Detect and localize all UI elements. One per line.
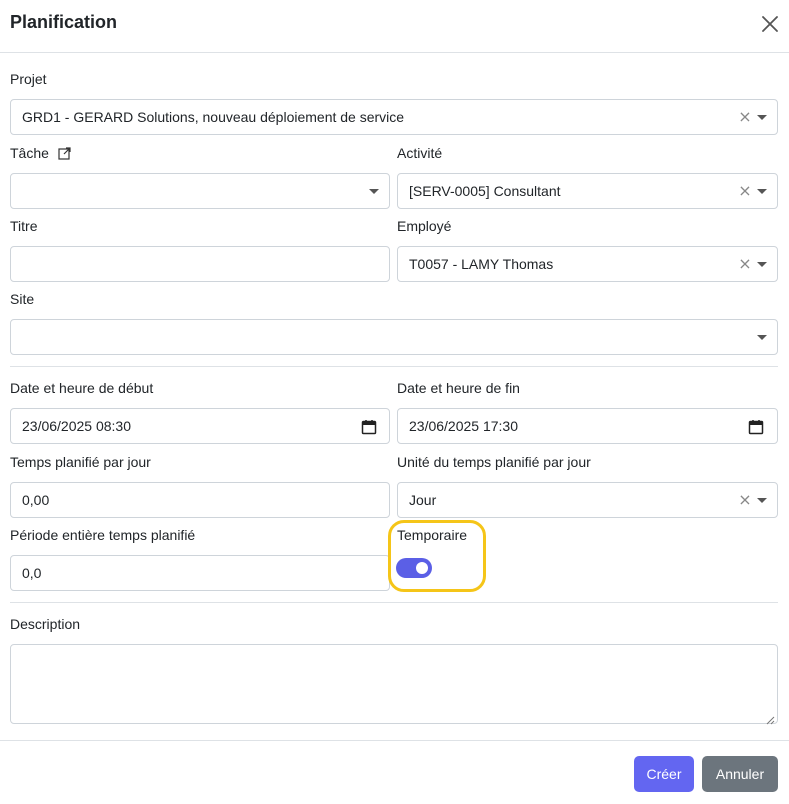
employe-select[interactable]: T0057 - LAMY Thomas × [397, 246, 778, 282]
activite-select[interactable]: [SERV-0005] Consultant × [397, 173, 778, 209]
titre-label: Titre [10, 218, 38, 234]
projet-value: GRD1 - GERARD Solutions, nouveau déploie… [22, 109, 405, 125]
chevron-down-icon[interactable] [757, 262, 767, 267]
toggle-knob [416, 562, 428, 574]
date-fin-input[interactable]: 23/06/2025 17:30 [397, 408, 778, 444]
temps-jour-input[interactable]: 0,00 [10, 482, 390, 518]
temporaire-toggle[interactable] [396, 558, 432, 578]
activite-label: Activité [397, 145, 443, 161]
description-textarea[interactable] [10, 644, 778, 725]
resize-grip-icon[interactable] [766, 712, 775, 725]
chevron-down-icon[interactable] [757, 498, 767, 503]
projet-select[interactable]: GRD1 - GERARD Solutions, nouveau déploie… [10, 99, 778, 135]
temps-jour-label: Temps planifié par jour [10, 454, 151, 470]
chevron-down-icon[interactable] [369, 189, 379, 194]
date-debut-input[interactable]: 23/06/2025 08:30 [10, 408, 390, 444]
date-fin-value: 23/06/2025 17:30 [409, 418, 518, 434]
clear-icon[interactable]: × [737, 108, 753, 126]
employe-value: T0057 - LAMY Thomas [409, 256, 554, 272]
footer-divider [0, 740, 789, 741]
titre-input[interactable] [10, 246, 390, 282]
periode-value: 0,0 [22, 565, 42, 581]
clear-icon[interactable]: × [737, 491, 753, 509]
create-button[interactable]: Créer [634, 756, 694, 792]
date-fin-label: Date et heure de fin [397, 380, 520, 396]
cancel-button[interactable]: Annuler [702, 756, 778, 792]
activite-value: [SERV-0005] Consultant [409, 183, 561, 199]
unite-value: Jour [409, 492, 437, 508]
site-select[interactable] [10, 319, 778, 355]
dialog-title: Planification [10, 12, 118, 32]
site-label: Site [10, 291, 35, 307]
description-label: Description [10, 616, 81, 632]
clear-icon[interactable]: × [737, 182, 753, 200]
chevron-down-icon[interactable] [757, 335, 767, 340]
date-debut-label: Date et heure de début [10, 380, 154, 396]
section-divider [10, 602, 778, 603]
dialog-header: Planification [0, 0, 789, 53]
periode-input[interactable]: 0,0 [10, 555, 390, 591]
section-divider [10, 366, 778, 367]
calendar-icon[interactable] [748, 419, 764, 435]
temps-jour-value: 0,00 [22, 492, 50, 508]
periode-label: Période entière temps planifié [10, 527, 196, 543]
tache-select[interactable] [10, 173, 390, 209]
unite-select[interactable]: Jour × [397, 482, 778, 518]
close-icon[interactable] [758, 12, 782, 36]
date-debut-value: 23/06/2025 08:30 [22, 418, 131, 434]
calendar-icon[interactable] [361, 419, 377, 435]
tache-label: Tâche [10, 145, 49, 161]
employe-label: Employé [397, 218, 452, 234]
clear-icon[interactable]: × [737, 255, 753, 273]
chevron-down-icon[interactable] [757, 189, 767, 194]
projet-label: Projet [10, 71, 47, 87]
temporaire-label: Temporaire [397, 527, 468, 543]
chevron-down-icon[interactable] [757, 115, 767, 120]
external-link-icon[interactable] [58, 147, 71, 160]
unite-label: Unité du temps planifié par jour [397, 454, 591, 470]
